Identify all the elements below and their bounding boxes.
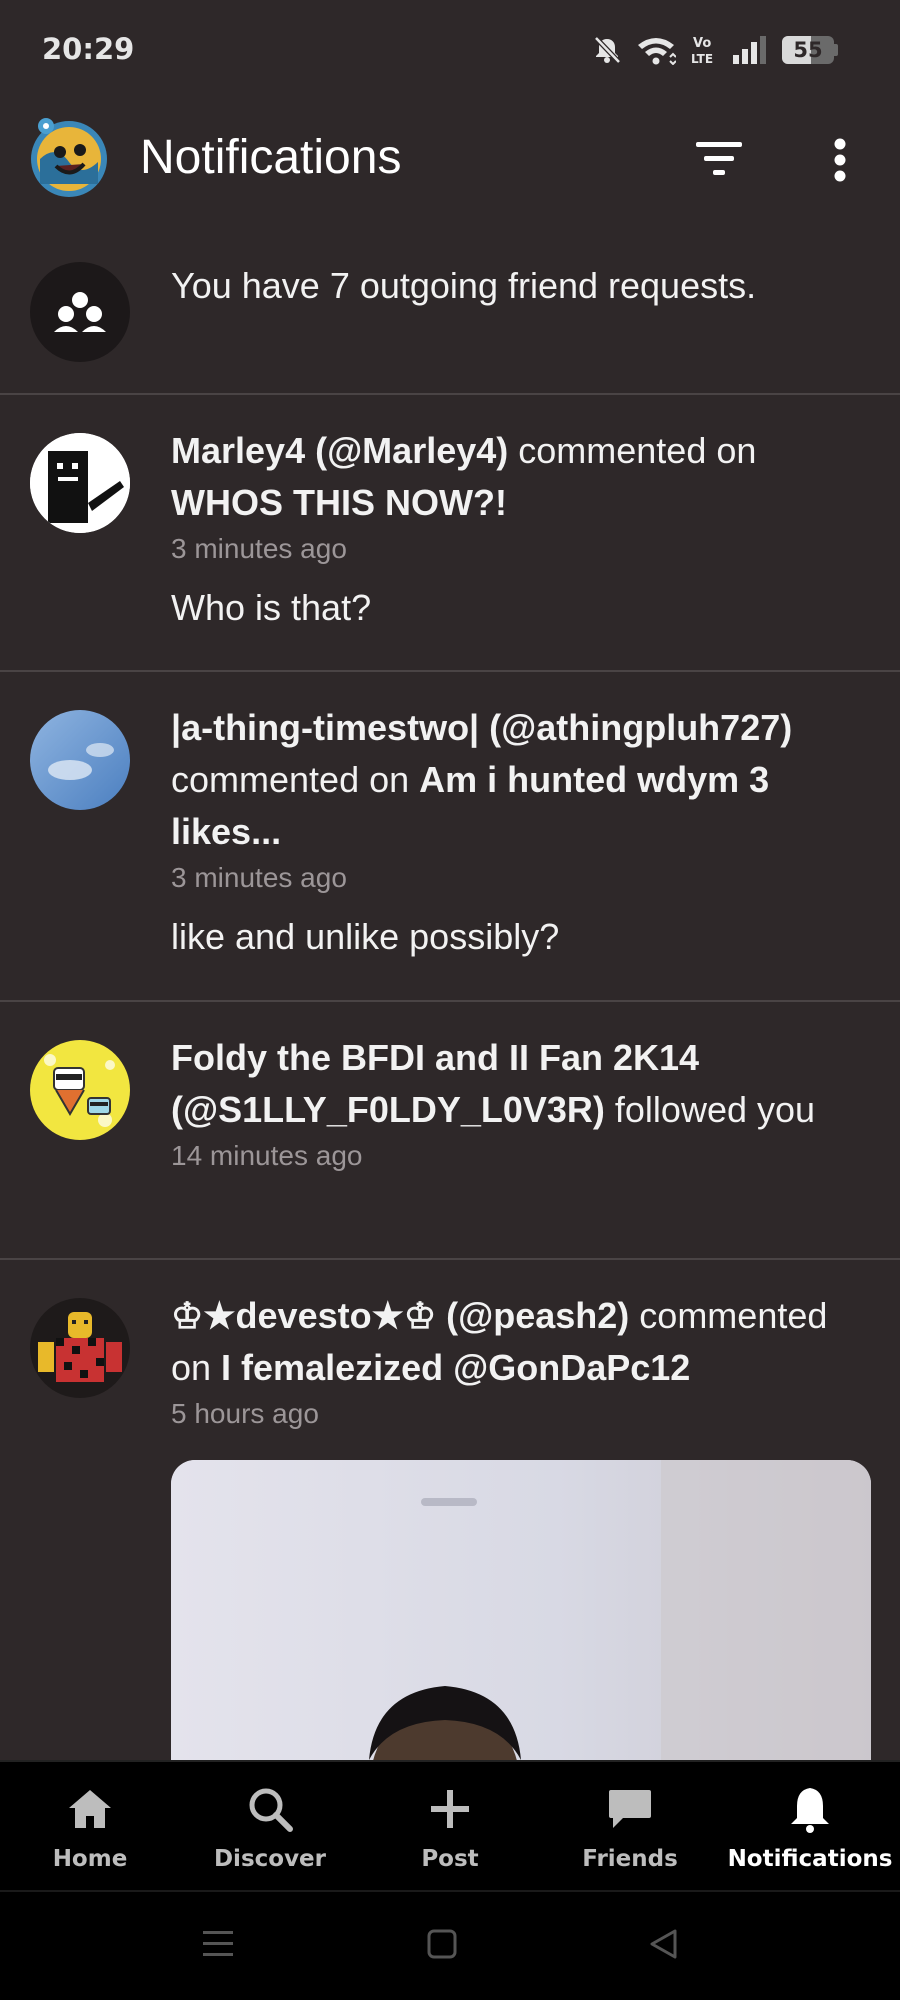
more-options-button[interactable]: [820, 130, 860, 190]
notification-time: 3 minutes ago: [171, 533, 347, 564]
nav-discover[interactable]: Discover: [180, 1762, 360, 1892]
plus-icon: [431, 1790, 469, 1828]
notification-target[interactable]: I femalezized @GonDaPc12: [221, 1347, 690, 1388]
notification-time: 14 minutes ago: [171, 1140, 363, 1171]
status-time: 20:29: [42, 32, 135, 66]
notification-comment: like and unlike possibly?: [171, 916, 560, 957]
battery-level-text: 55: [793, 38, 823, 62]
list-item[interactable]: |a-thing-timestwo| (@athingpluh727) comm…: [0, 672, 900, 1002]
nav-label: Notifications: [727, 1846, 893, 1872]
signal-icon: [733, 36, 766, 64]
list-item[interactable]: Marley4 (@Marley4) commented on WHOS THI…: [0, 395, 900, 672]
back-icon[interactable]: [648, 1928, 678, 1960]
status-bar: 20:29 Vo LTE 55: [0, 0, 900, 100]
nav-post[interactable]: Post: [360, 1762, 540, 1892]
filter-icon: [696, 142, 742, 175]
notification-comment: Who is that?: [171, 587, 372, 628]
notification-target[interactable]: WHOS THIS NOW?!: [171, 482, 507, 523]
notification-action: commented on: [508, 430, 757, 471]
bottom-navigation: Home Discover Post Friends Notifications: [0, 1760, 900, 1890]
more-vertical-icon: [834, 138, 846, 182]
system-navigation-bar: [0, 1890, 900, 2000]
notification-text: ♔★devesto★♔ (@peash2) commented on I fem…: [171, 1290, 870, 1394]
nav-label: Friends: [582, 1846, 678, 1872]
nav-home[interactable]: Home: [0, 1762, 180, 1892]
home-icon: [69, 1790, 111, 1828]
svg-text:LTE: LTE: [691, 52, 713, 66]
avatar[interactable]: [30, 1040, 130, 1140]
notification-text: Marley4 (@Marley4) commented on WHOS THI…: [171, 425, 870, 529]
friend-requests-text: You have 7 outgoing friend requests.: [171, 265, 757, 306]
avatar[interactable]: [30, 710, 130, 810]
nav-label: Home: [52, 1846, 128, 1872]
home-nav-icon[interactable]: [426, 1928, 458, 1960]
notification-action: followed you: [604, 1089, 816, 1130]
notification-user[interactable]: Marley4 (@Marley4): [171, 430, 508, 471]
notification-user[interactable]: |a-thing-timestwo| (@athingpluh727): [171, 707, 792, 748]
profile-avatar[interactable]: [26, 114, 112, 200]
bell-icon: [791, 1788, 829, 1833]
nav-friends[interactable]: Friends: [540, 1762, 720, 1892]
svg-text:Vo: Vo: [693, 36, 711, 51]
friends-group-icon: [30, 262, 130, 362]
notification-text: Foldy the BFDI and II Fan 2K14 (@S1LLY_F…: [171, 1032, 870, 1136]
app-header: Notifications: [0, 100, 900, 220]
list-item[interactable]: Foldy the BFDI and II Fan 2K14 (@S1LLY_F…: [0, 1002, 900, 1260]
page-title: Notifications: [140, 131, 402, 184]
volte-icon: Vo LTE: [691, 36, 713, 66]
battery-indicator: 55: [782, 36, 838, 64]
notification-action: commented on: [171, 759, 420, 800]
friend-requests-item[interactable]: You have 7 outgoing friend requests.: [0, 240, 900, 395]
nav-label: Discover: [213, 1846, 327, 1872]
wifi-icon: [638, 38, 676, 65]
filter-button[interactable]: [690, 138, 750, 182]
notification-time: 3 minutes ago: [171, 862, 347, 893]
chat-icon: [609, 1790, 651, 1828]
nav-notifications[interactable]: Notifications: [720, 1762, 900, 1892]
notification-text: |a-thing-timestwo| (@athingpluh727) comm…: [171, 702, 870, 858]
search-icon: [249, 1788, 293, 1832]
post-preview-image[interactable]: [171, 1460, 871, 1790]
avatar[interactable]: [30, 1298, 130, 1398]
avatar[interactable]: [30, 433, 130, 533]
notification-time: 5 hours ago: [171, 1398, 319, 1429]
mute-icon: [594, 36, 621, 64]
status-icons: Vo LTE 55: [592, 34, 838, 66]
nav-label: Post: [421, 1846, 479, 1872]
recent-apps-icon[interactable]: [203, 1928, 233, 1960]
notification-user[interactable]: ♔★devesto★♔ (@peash2): [171, 1295, 629, 1336]
